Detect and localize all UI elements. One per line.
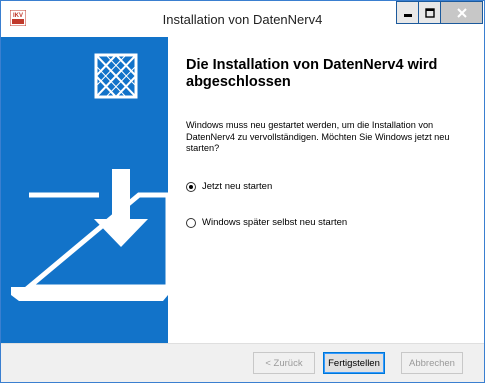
maximize-button[interactable]: [418, 1, 441, 24]
minimize-icon: [403, 13, 412, 17]
option-restart-now-label[interactable]: Jetzt neu starten: [202, 181, 272, 192]
option-restart-later-label[interactable]: Windows später selbst neu starten: [202, 217, 347, 228]
title-bar[interactable]: IKV Installation von DatenNerv4: [1, 1, 484, 37]
close-button[interactable]: [440, 1, 483, 24]
installer-window: IKV Installation von DatenNerv4 Die Inst…: [0, 0, 485, 383]
back-button[interactable]: < Zurück: [253, 352, 315, 374]
radio-restart-later[interactable]: [186, 217, 196, 228]
laptop-download-icon: [11, 169, 168, 301]
option-restart-now[interactable]: Jetzt neu starten: [186, 181, 272, 192]
page-heading: Die Installation von DatenNerv4 wird abg…: [186, 57, 438, 90]
minimize-button[interactable]: [396, 1, 419, 24]
finish-button[interactable]: Fertigstellen: [323, 352, 385, 374]
radio-restart-now[interactable]: [186, 181, 196, 192]
content-area: Die Installation von DatenNerv4 wird abg…: [168, 37, 484, 343]
cancel-button[interactable]: Abbrechen: [401, 352, 463, 374]
restart-message: Windows muss neu gestartet werden, um di…: [186, 120, 450, 153]
option-restart-later[interactable]: Windows später selbst neu starten: [186, 217, 347, 228]
close-icon: [456, 7, 467, 18]
maximize-icon: [424, 7, 435, 18]
box-logo-icon: [94, 53, 138, 99]
side-banner: [1, 37, 168, 343]
button-bar: < Zurück Fertigstellen Abbrechen: [1, 343, 484, 382]
